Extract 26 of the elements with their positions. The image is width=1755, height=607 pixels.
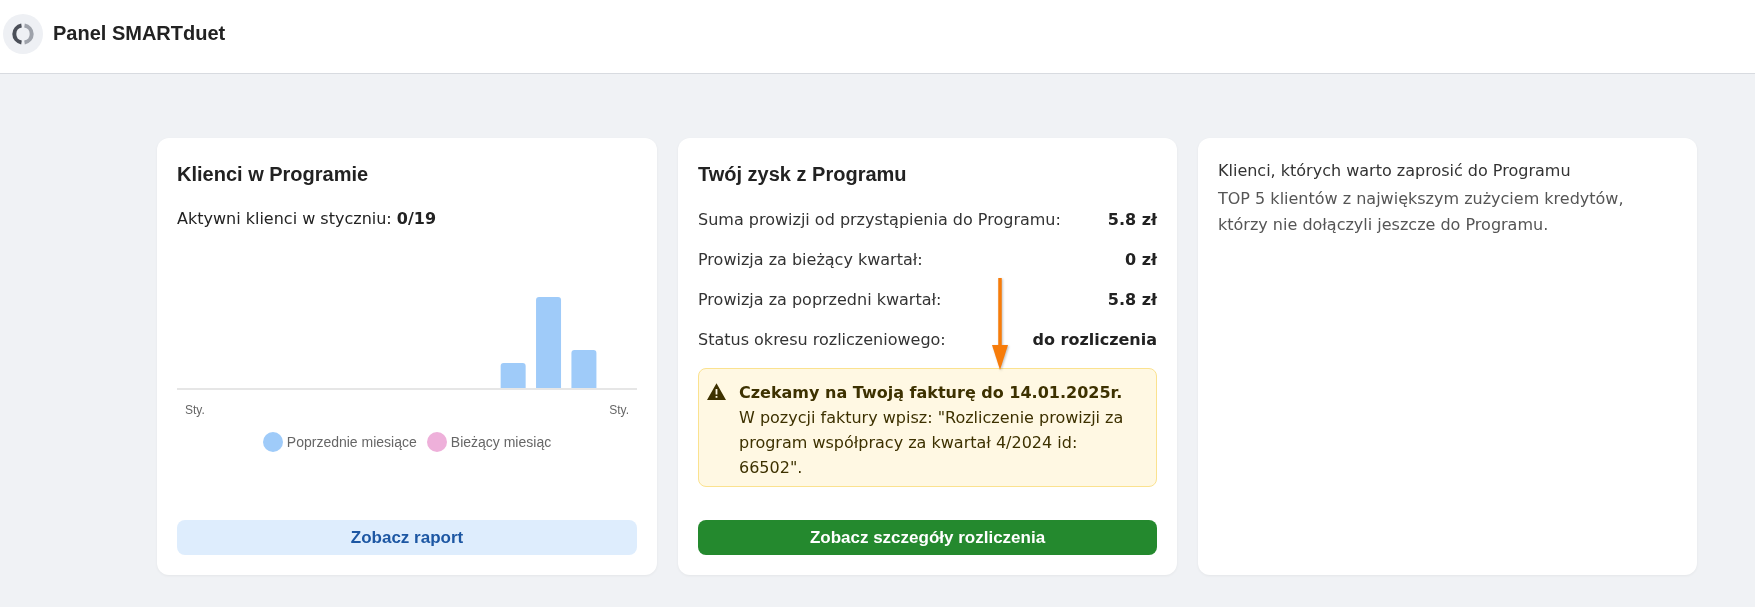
legend-label: Bieżący miesiąc: [450, 434, 552, 450]
app-title: Panel SMARTduet: [53, 22, 226, 45]
card-title: Klienci w Programie: [177, 162, 369, 186]
x-axis-label: Sty.: [609, 403, 629, 417]
alert-title: Czekamy na Twoją fakturę do 14.01.2025r.: [739, 382, 1124, 404]
report-button[interactable]: Zobacz raport: [177, 520, 637, 555]
active-clients-text: Aktywni klienci w styczniu: 0/19: [177, 208, 437, 230]
chart-bar: [571, 350, 597, 388]
logo-icon: [3, 13, 43, 54]
row-label: Status okresu rozliczeniowego:: [698, 329, 946, 349]
chart-bar: [500, 363, 526, 388]
row-label: Prowizja za bieżący kwartał:: [698, 249, 923, 269]
row-label: Suma prowizji od przystąpienia do Programu:: [698, 209, 1061, 229]
x-axis-label: Sty.: [185, 403, 205, 417]
card-description: TOP 5 klientów z największym zużyciem kredytów, którzy nie dołączyli jeszcze do Programu.: [1218, 188, 1625, 236]
row-value: 0 zł: [1125, 249, 1157, 269]
row-value: do rozliczenia: [1032, 329, 1157, 349]
card-title: Twój zysk z Programu: [698, 162, 907, 186]
legend-label: Poprzednie miesiące: [286, 434, 417, 450]
alert-message: W pozycji faktury wpisz: "Rozliczenie prowizji za program współpracy za kwartał 4/2024 id: 66502".: [739, 407, 1125, 479]
row-value: 5.8 zł: [1107, 289, 1157, 309]
row-label: Prowizja za poprzedni kwartał:: [698, 289, 942, 309]
details-button[interactable]: Zobacz szczegóły rozliczenia: [698, 520, 1157, 555]
card-title: Klienci, których warto zaprosić do Programu: [1218, 160, 1571, 182]
warning-icon: [707, 383, 726, 400]
row-value: 5.8 zł: [1107, 209, 1157, 229]
